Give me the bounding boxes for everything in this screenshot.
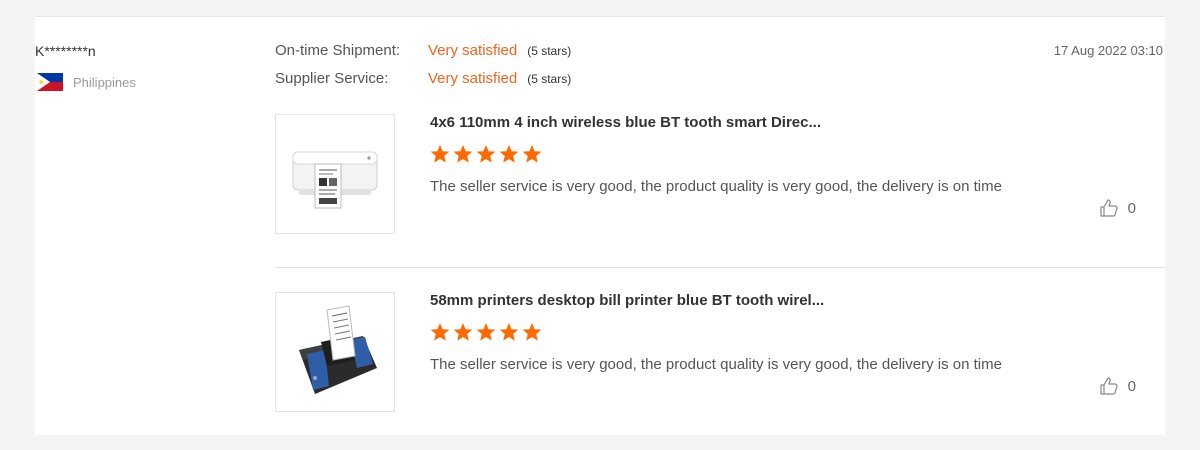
- label-printer-image: [292, 151, 378, 209]
- star-icon: [499, 145, 519, 163]
- star-icon: [476, 323, 496, 341]
- review-item: 58mm printers desktop bill printer blue …: [275, 292, 1165, 422]
- philippines-flag-icon: [37, 73, 63, 91]
- review-comment: The seller service is very good, the pro…: [430, 356, 1002, 373]
- star-icon: [453, 145, 473, 163]
- star-icon: [522, 145, 542, 163]
- rating-supplier-service: Supplier Service: Very satisfied (5 star…: [275, 70, 571, 87]
- star-icon: [430, 145, 450, 163]
- thumbs-up-icon: [1100, 377, 1118, 395]
- review-item: 4x6 110mm 4 inch wireless blue BT tooth …: [275, 114, 1165, 244]
- product-thumbnail[interactable]: [275, 292, 395, 412]
- like-button[interactable]: 0: [1099, 376, 1136, 396]
- rating-value: Very satisfied: [428, 70, 518, 87]
- product-thumbnail[interactable]: [275, 114, 395, 234]
- item-divider: [275, 267, 1165, 268]
- rating-label: On-time Shipment:: [275, 42, 401, 59]
- like-count: 0: [1127, 377, 1136, 395]
- like-count: 0: [1127, 199, 1136, 217]
- star-icon: [453, 323, 473, 341]
- rating-on-time-shipment: On-time Shipment: Very satisfied (5 star…: [275, 42, 571, 59]
- rating-stars-text: (5 stars): [527, 72, 572, 86]
- rating-value: Very satisfied: [428, 42, 518, 59]
- country-name: Philippines: [73, 74, 136, 90]
- product-title[interactable]: 58mm printers desktop bill printer blue …: [430, 292, 824, 309]
- star-icon: [522, 323, 542, 341]
- review-comment: The seller service is very good, the pro…: [430, 178, 1002, 195]
- star-icon: [499, 323, 519, 341]
- rating-stars-text: (5 stars): [527, 44, 572, 58]
- star-icon: [430, 323, 450, 341]
- product-title[interactable]: 4x6 110mm 4 inch wireless blue BT tooth …: [430, 114, 821, 131]
- reviewer-name: K********n: [35, 43, 96, 59]
- star-icon: [476, 145, 496, 163]
- like-button[interactable]: 0: [1099, 198, 1136, 218]
- rating-label: Supplier Service:: [275, 70, 389, 87]
- review-card: K********n Philippines On-time Shipment:…: [35, 16, 1165, 435]
- receipt-printer-image: [299, 305, 377, 394]
- thumbs-up-icon: [1100, 199, 1118, 217]
- product-rating-stars: [430, 322, 542, 342]
- reviewer-country: Philippines: [37, 73, 136, 91]
- product-rating-stars: [430, 144, 542, 164]
- review-date: 17 Aug 2022 03:10: [1053, 43, 1163, 58]
